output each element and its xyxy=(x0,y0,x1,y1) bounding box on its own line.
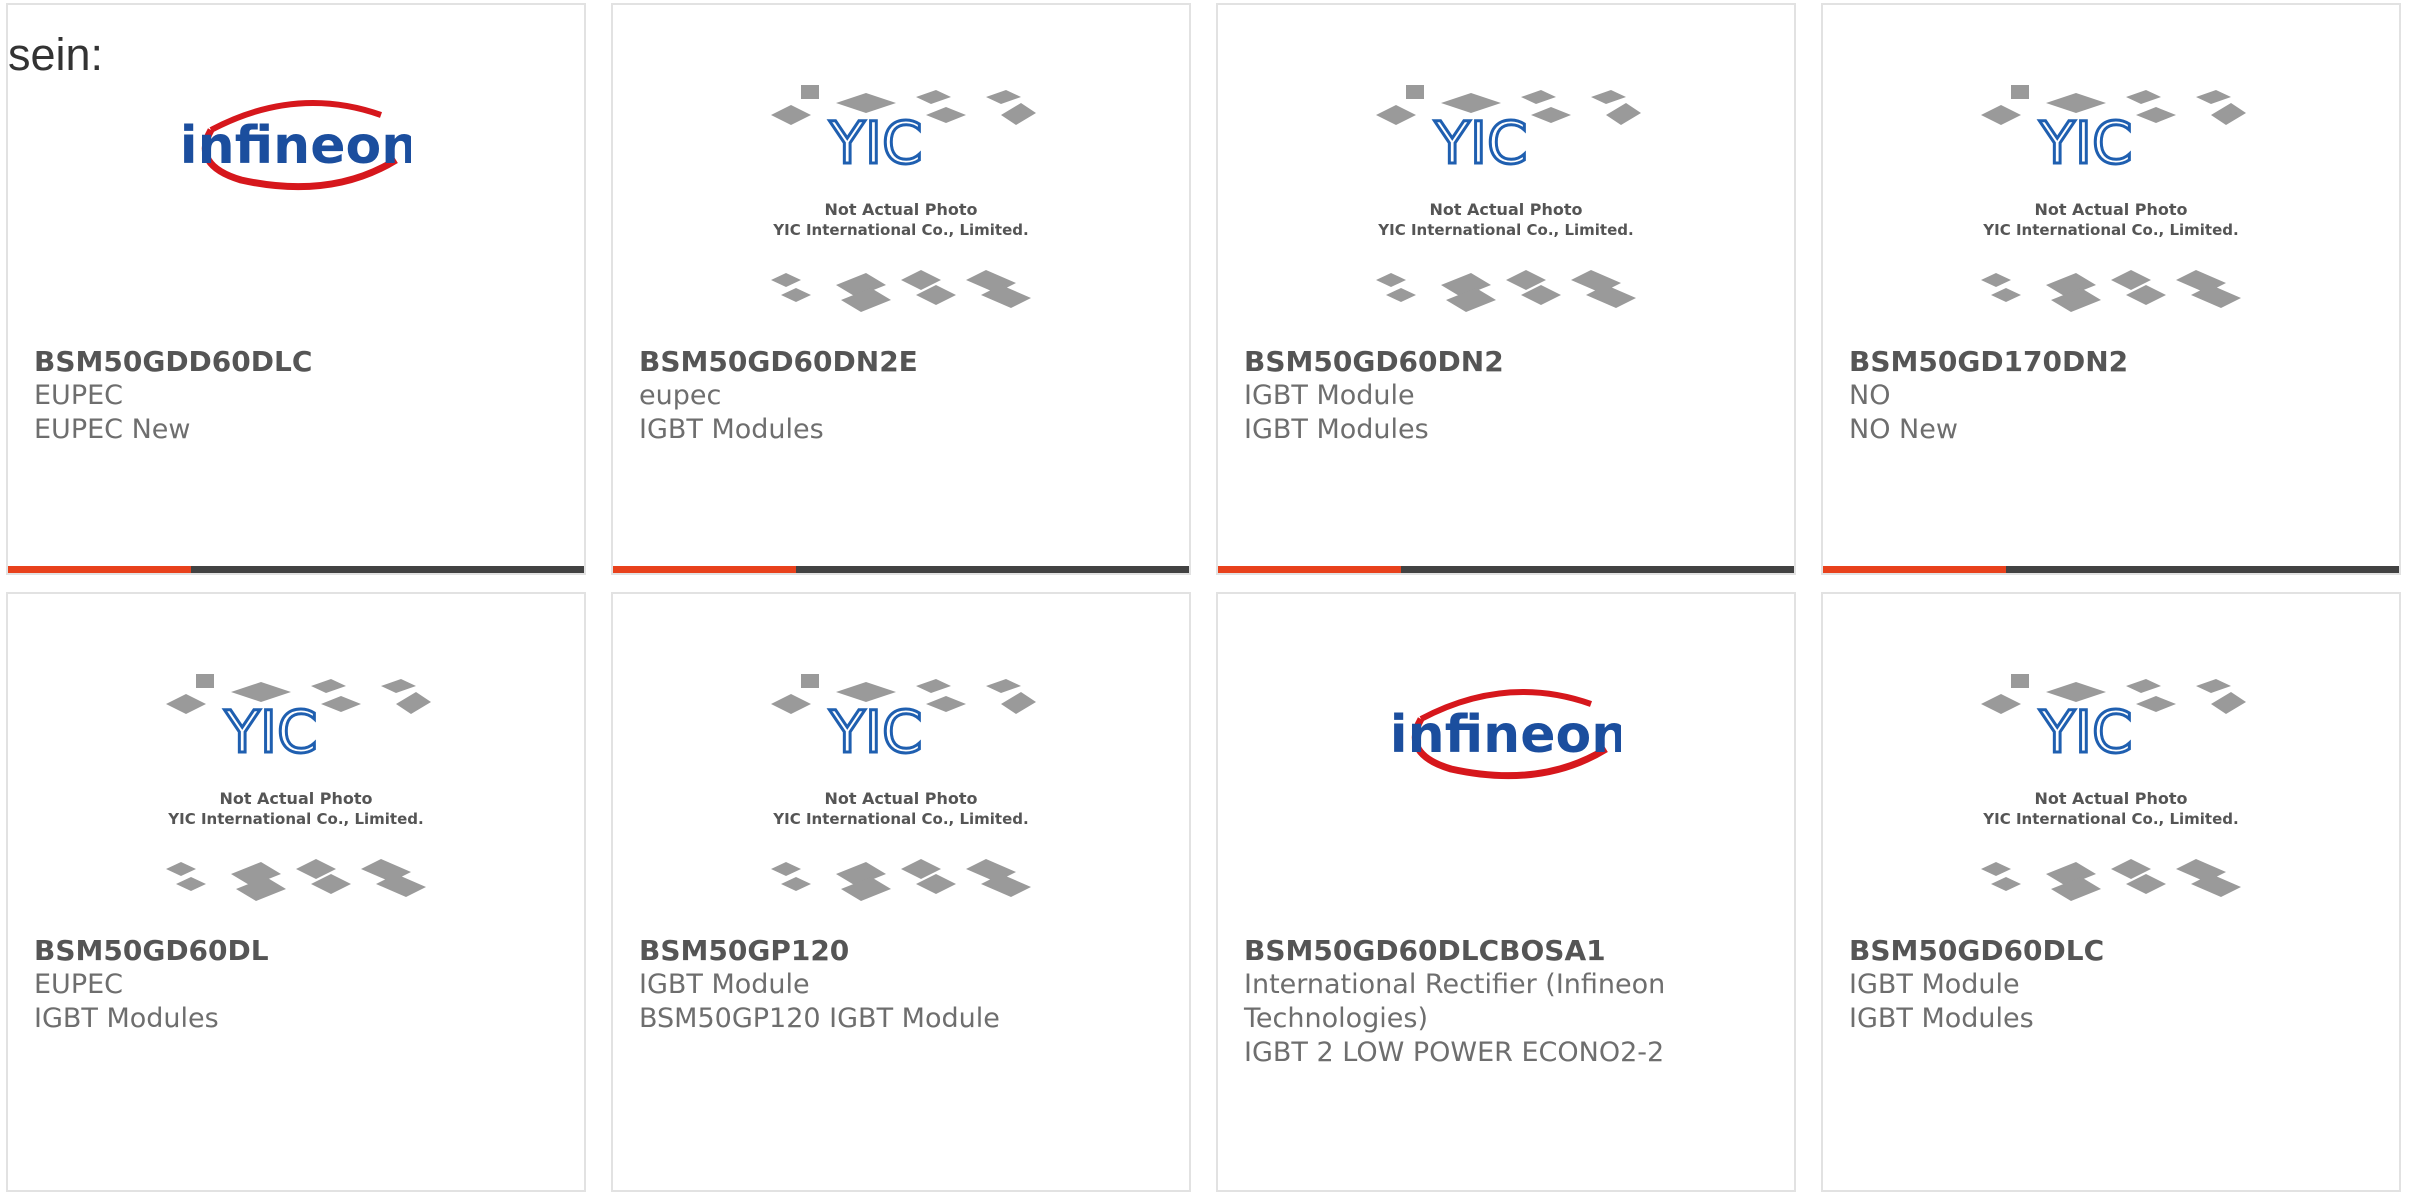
product-card[interactable]: YIC Not Actual Photo YIC International C… xyxy=(611,3,1191,575)
yic-placeholder-image: YIC Not Actual Photo YIC International C… xyxy=(1823,85,2399,345)
manufacturer: EUPEC xyxy=(34,380,124,411)
card-bottom-bar xyxy=(1218,566,1794,573)
svg-text:YIC: YIC xyxy=(828,109,922,177)
svg-text:infineon: infineon xyxy=(181,116,411,176)
svg-text:Not Actual Photo: Not Actual Photo xyxy=(824,200,977,219)
description: IGBT Modules xyxy=(1244,414,1429,445)
manufacturer: IGBT Module xyxy=(1244,380,1415,411)
product-card[interactable]: YIC Not Actual Photo YIC International C… xyxy=(611,592,1191,1192)
manufacturer: NO xyxy=(1849,380,1891,411)
description: IGBT 2 LOW POWER ECONO2-2 xyxy=(1244,1037,1665,1068)
card-bottom-bar xyxy=(8,566,584,573)
product-card[interactable]: YIC Not Actual Photo YIC International C… xyxy=(1821,592,2401,1192)
svg-text:YIC International Co., Limited: YIC International Co., Limited. xyxy=(167,810,423,828)
part-number[interactable]: BSM50GD60DN2E xyxy=(639,345,1169,379)
svg-text:Not Actual Photo: Not Actual Photo xyxy=(219,789,372,808)
description: IGBT Modules xyxy=(34,1003,219,1034)
description: EUPEC New xyxy=(34,414,191,445)
svg-text:YIC International Co., Limited: YIC International Co., Limited. xyxy=(772,221,1028,239)
yic-placeholder-image: YIC Not Actual Photo YIC International C… xyxy=(8,674,584,934)
svg-text:YIC International Co., Limited: YIC International Co., Limited. xyxy=(1982,221,2238,239)
manufacturer: IGBT Module xyxy=(1849,969,2020,1000)
infineon-logo: infineon xyxy=(1218,674,1794,934)
intro-text: sein: xyxy=(8,29,104,80)
svg-text:YIC International Co., Limited: YIC International Co., Limited. xyxy=(1982,810,2238,828)
product-card[interactable]: infineon BSM50GDD60DLC EUPEC EUPEC New xyxy=(6,3,586,575)
yic-placeholder-image: YIC Not Actual Photo YIC International C… xyxy=(613,85,1189,345)
svg-text:infineon: infineon xyxy=(1391,705,1621,765)
card-bottom-bar xyxy=(1823,566,2399,573)
svg-text:YIC: YIC xyxy=(2038,698,2132,766)
product-card[interactable]: YIC Not Actual Photo YIC International C… xyxy=(1821,3,2401,575)
part-number[interactable]: BSM50GD60DLCBOSA1 xyxy=(1244,934,1774,968)
part-number[interactable]: BSM50GDD60DLC xyxy=(34,345,564,379)
infineon-logo: infineon xyxy=(8,85,584,345)
svg-text:YIC International Co., Limited: YIC International Co., Limited. xyxy=(1377,221,1633,239)
manufacturer: eupec xyxy=(639,380,722,411)
svg-text:YIC International Co., Limited: YIC International Co., Limited. xyxy=(772,810,1028,828)
product-card[interactable]: YIC Not Actual Photo YIC International C… xyxy=(6,592,586,1192)
description: IGBT Modules xyxy=(1849,1003,2034,1034)
part-number[interactable]: BSM50GD60DLC xyxy=(1849,934,2379,968)
svg-text:Not Actual Photo: Not Actual Photo xyxy=(2034,200,2187,219)
manufacturer: EUPEC xyxy=(34,969,124,1000)
svg-text:Not Actual Photo: Not Actual Photo xyxy=(2034,789,2187,808)
part-number[interactable]: BSM50GD60DL xyxy=(34,934,564,968)
svg-text:YIC: YIC xyxy=(2038,109,2132,177)
yic-placeholder-image: YIC Not Actual Photo YIC International C… xyxy=(613,674,1189,934)
svg-text:Not Actual Photo: Not Actual Photo xyxy=(1429,200,1582,219)
yic-placeholder-image: YIC Not Actual Photo YIC International C… xyxy=(1823,674,2399,934)
manufacturer: International Rectifier (Infineon Techno… xyxy=(1244,969,1666,1034)
description: BSM50GP120 IGBT Module xyxy=(639,1003,1000,1034)
part-number[interactable]: BSM50GP120 xyxy=(639,934,1169,968)
description: IGBT Modules xyxy=(639,414,824,445)
product-card[interactable]: infineon BSM50GD60DLCBOSA1 International… xyxy=(1216,592,1796,1192)
svg-text:YIC: YIC xyxy=(223,698,317,766)
yic-placeholder-image: YIC Not Actual Photo YIC International C… xyxy=(1218,85,1794,345)
svg-text:Not Actual Photo: Not Actual Photo xyxy=(824,789,977,808)
product-card[interactable]: YIC Not Actual Photo YIC International C… xyxy=(1216,3,1796,575)
description: NO New xyxy=(1849,414,1958,445)
part-number[interactable]: BSM50GD60DN2 xyxy=(1244,345,1774,379)
card-bottom-bar xyxy=(613,566,1189,573)
part-number[interactable]: BSM50GD170DN2 xyxy=(1849,345,2379,379)
manufacturer: IGBT Module xyxy=(639,969,810,1000)
svg-text:YIC: YIC xyxy=(828,698,922,766)
svg-text:YIC: YIC xyxy=(1433,109,1527,177)
